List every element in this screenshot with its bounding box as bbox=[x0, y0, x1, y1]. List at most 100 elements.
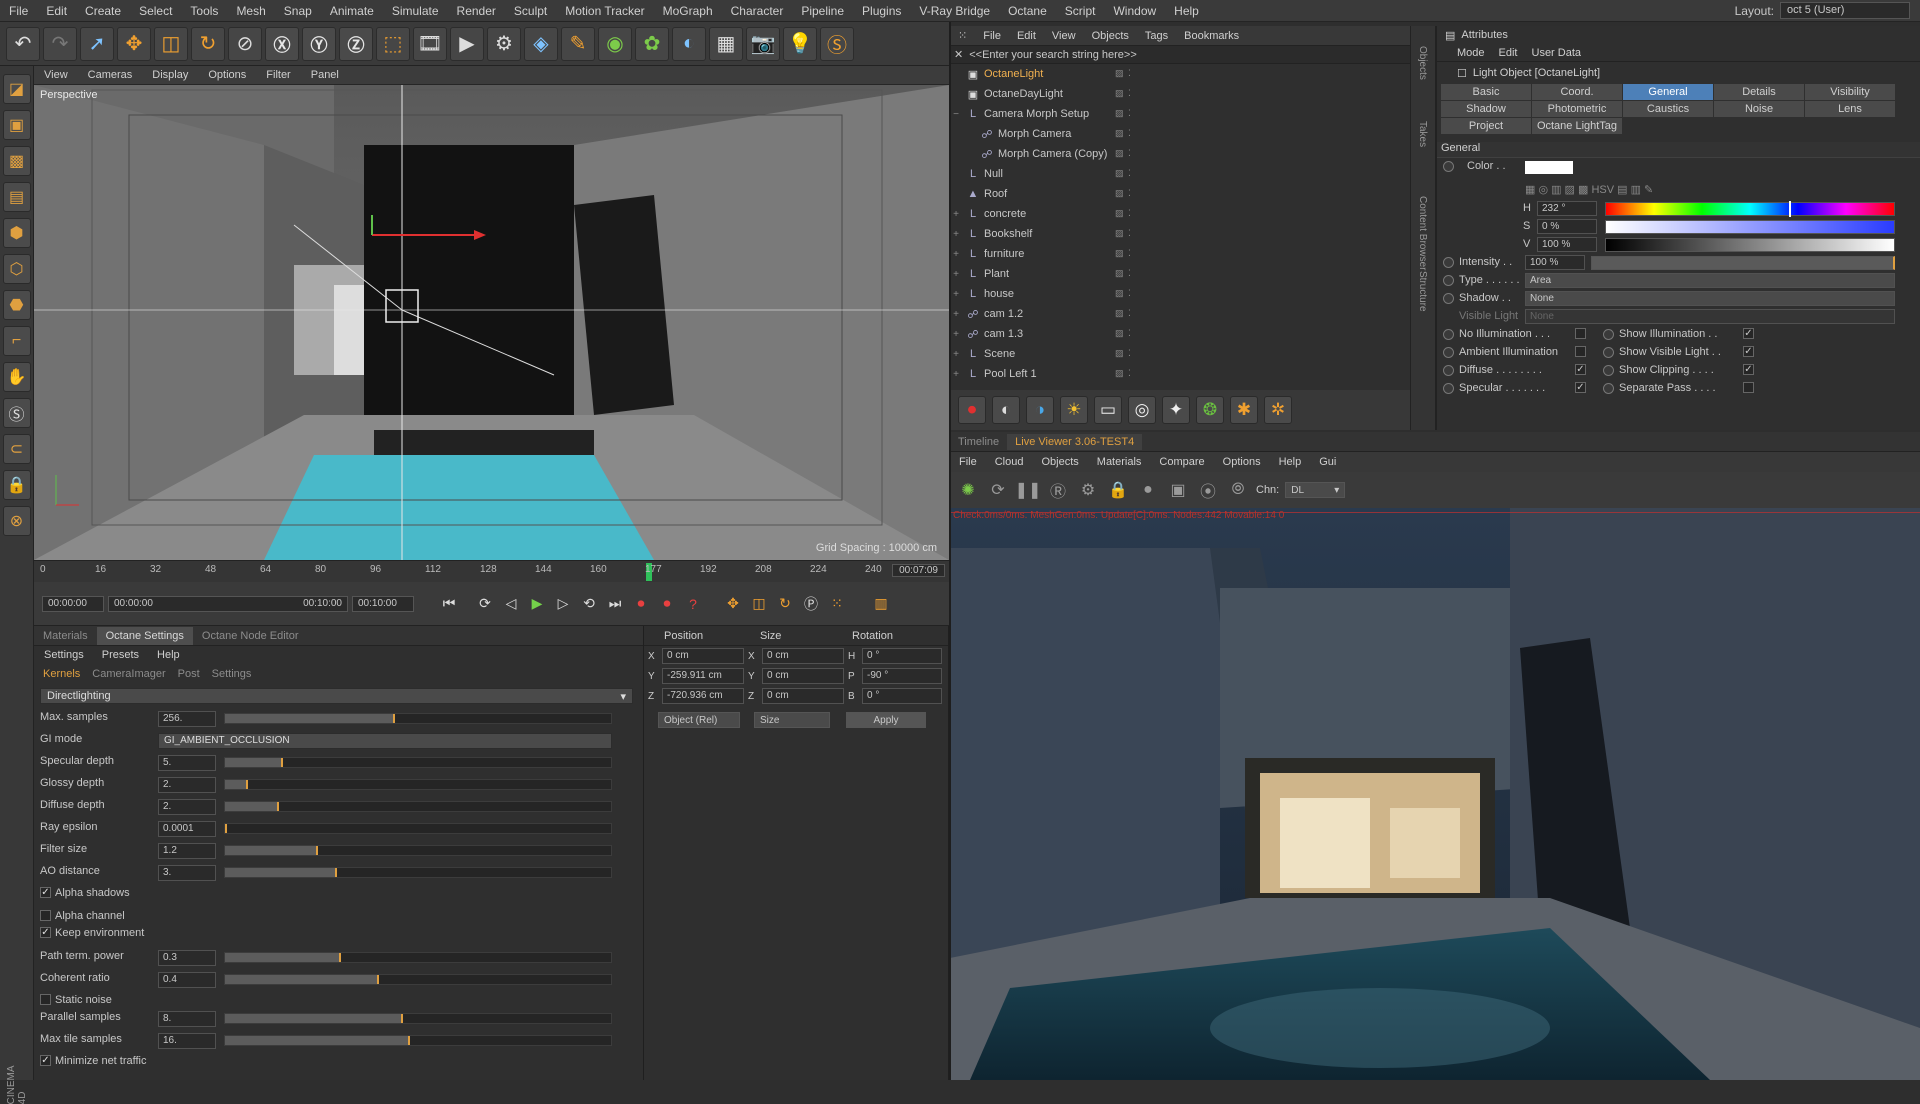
close-icon[interactable]: ✕ bbox=[954, 48, 963, 61]
attr-tab-details[interactable]: Details bbox=[1714, 84, 1804, 100]
attributes-menu-mode[interactable]: Mode bbox=[1457, 47, 1485, 59]
live-viewer-menu-options[interactable]: Options bbox=[1214, 456, 1270, 468]
object-row[interactable]: ☍ Morph Camera (Copy) ▨ ⁚ bbox=[950, 144, 1410, 164]
octane-camera-icon[interactable]: ⏺ bbox=[958, 396, 986, 424]
octane-vdb-icon[interactable]: ✲ bbox=[1264, 396, 1292, 424]
visibility-dot-icon[interactable]: ⁚ bbox=[1128, 168, 1138, 180]
side-tab-structure[interactable]: Structure bbox=[1417, 271, 1428, 312]
viewport-menu-view[interactable]: View bbox=[34, 69, 78, 81]
param-slider[interactable] bbox=[224, 974, 612, 985]
menu-simulate[interactable]: Simulate bbox=[383, 4, 448, 18]
visibility-flags[interactable]: ▨ ⁚ bbox=[1115, 208, 1138, 220]
rotation-field[interactable]: 0 ° bbox=[862, 648, 942, 664]
menu-mograph[interactable]: MoGraph bbox=[654, 4, 722, 18]
checkbox[interactable] bbox=[1575, 346, 1586, 357]
expand-icon[interactable]: + bbox=[950, 249, 962, 260]
visibility-dot-icon[interactable]: ⁚ bbox=[1128, 148, 1138, 160]
animate-radio[interactable] bbox=[1603, 329, 1614, 340]
object-name[interactable]: Roof bbox=[984, 188, 1124, 200]
menu-character[interactable]: Character bbox=[722, 4, 793, 18]
object-name[interactable]: Bookshelf bbox=[984, 228, 1124, 240]
octane-daylight-icon[interactable]: ☀ bbox=[1060, 396, 1088, 424]
object-row[interactable]: + L Scene ▨ ⁚ bbox=[950, 344, 1410, 364]
attr-tab-general[interactable]: General bbox=[1623, 84, 1713, 100]
animate-radio[interactable] bbox=[1443, 161, 1454, 172]
saturation-field[interactable]: 0 % bbox=[1537, 219, 1597, 234]
redo-icon[interactable]: ↷ bbox=[43, 26, 77, 61]
tab-live-viewer-3-06-test4[interactable]: Live Viewer 3.06-TEST4 bbox=[1007, 433, 1143, 450]
expand-icon[interactable]: + bbox=[950, 349, 962, 360]
panel-divider[interactable] bbox=[949, 22, 951, 1080]
attributes-menu-user-data[interactable]: User Data bbox=[1532, 47, 1582, 59]
menu-v-ray-bridge[interactable]: V-Ray Bridge bbox=[910, 4, 999, 18]
goto-start-icon[interactable]: ⏮ bbox=[438, 593, 460, 615]
visibility-dot-icon[interactable]: ⁚ bbox=[1128, 128, 1138, 140]
param-value[interactable]: 16. bbox=[158, 1033, 216, 1049]
subtab-settings[interactable]: Settings bbox=[207, 666, 257, 682]
size-mode-dropdown[interactable]: Size bbox=[754, 712, 830, 728]
param-value[interactable]: 0.3 bbox=[158, 950, 216, 966]
expand-icon[interactable]: + bbox=[950, 369, 962, 380]
attr-tab-basic[interactable]: Basic bbox=[1441, 84, 1531, 100]
checkbox[interactable]: ✓ bbox=[1743, 346, 1754, 357]
visibility-dot-icon[interactable]: ⁚ bbox=[1128, 328, 1138, 340]
side-tab-content-browser[interactable]: Content Browser bbox=[1417, 196, 1428, 270]
object-name[interactable]: OctaneDayLight bbox=[984, 88, 1124, 100]
objects-menu-tags[interactable]: Tags bbox=[1137, 30, 1176, 42]
rotate-tool-icon[interactable]: ↻ bbox=[191, 26, 225, 61]
object-row[interactable]: ▣ OctaneDayLight ▨ ⁚ bbox=[950, 84, 1410, 104]
expand-icon[interactable]: − bbox=[950, 109, 962, 120]
snap-icon[interactable]: Ⓢ bbox=[2, 398, 31, 428]
layer-icon[interactable]: ▨ bbox=[1115, 228, 1125, 240]
visibility-flags[interactable]: ▨ ⁚ bbox=[1115, 128, 1138, 140]
objects-menu-edit[interactable]: Edit bbox=[1009, 30, 1044, 42]
visible-light-dropdown[interactable]: None bbox=[1525, 309, 1895, 324]
scale-tool-icon[interactable]: ◫ bbox=[154, 26, 188, 61]
animate-radio[interactable] bbox=[1603, 365, 1614, 376]
layer-icon[interactable]: ▨ bbox=[1115, 148, 1125, 160]
param-value[interactable]: 0.4 bbox=[158, 972, 216, 988]
hue-slider[interactable] bbox=[1605, 202, 1895, 216]
menu-select[interactable]: Select bbox=[130, 4, 181, 18]
play-icon[interactable]: ▶ bbox=[526, 593, 548, 615]
visibility-flags[interactable]: ▨ ⁚ bbox=[1115, 68, 1138, 80]
preview-range-field[interactable]: 00:00:00 00:10:00 bbox=[108, 595, 348, 612]
autokey-icon[interactable]: ⏺ bbox=[656, 593, 678, 615]
visibility-flags[interactable]: ▨ ⁚ bbox=[1115, 268, 1138, 280]
object-name[interactable]: Null bbox=[984, 168, 1124, 180]
workplane-icon[interactable]: ▤ bbox=[2, 182, 31, 212]
expand-icon[interactable]: + bbox=[950, 209, 962, 220]
param-slider[interactable] bbox=[224, 845, 612, 856]
param-slider[interactable] bbox=[224, 1035, 612, 1046]
menu-window[interactable]: Window bbox=[1104, 4, 1165, 18]
pick-material-icon[interactable]: ⦾ bbox=[1226, 478, 1250, 502]
objects-menu-view[interactable]: View bbox=[1044, 30, 1084, 42]
param-slider[interactable] bbox=[224, 1013, 612, 1024]
checkbox[interactable] bbox=[1575, 328, 1586, 339]
object-name[interactable]: Camera Morph Setup bbox=[984, 108, 1124, 120]
live-viewer-menu-help[interactable]: Help bbox=[1270, 456, 1311, 468]
object-name[interactable]: Plant bbox=[984, 268, 1124, 280]
param-dropdown[interactable]: GI_AMBIENT_OCCLUSION bbox=[158, 733, 612, 749]
y-axis-icon[interactable]: Ⓨ bbox=[302, 26, 336, 61]
layer-icon[interactable]: ▨ bbox=[1115, 268, 1125, 280]
expand-icon[interactable]: + bbox=[950, 309, 962, 320]
visibility-dot-icon[interactable]: ⁚ bbox=[1128, 308, 1138, 320]
menu-render[interactable]: Render bbox=[448, 4, 505, 18]
lock-icon[interactable]: 🔒 bbox=[2, 470, 31, 500]
checkbox[interactable]: ✓ bbox=[1743, 364, 1754, 375]
visibility-dot-icon[interactable]: ⁚ bbox=[1128, 88, 1138, 100]
menu-motion-tracker[interactable]: Motion Tracker bbox=[556, 4, 653, 18]
visibility-dot-icon[interactable]: ⁚ bbox=[1128, 288, 1138, 300]
menu-create[interactable]: Create bbox=[76, 4, 130, 18]
make-editable-icon[interactable]: ◪ bbox=[2, 74, 31, 104]
visibility-flags[interactable]: ▨ ⁚ bbox=[1115, 368, 1138, 380]
type-dropdown[interactable]: Area bbox=[1525, 273, 1895, 288]
record-icon[interactable]: ⏺ bbox=[630, 593, 652, 615]
checkbox[interactable]: ✓ bbox=[40, 927, 51, 938]
expand-icon[interactable]: + bbox=[950, 289, 962, 300]
object-name[interactable]: cam 1.3 bbox=[984, 328, 1124, 340]
layer-icon[interactable]: ▨ bbox=[1115, 168, 1125, 180]
visibility-dot-icon[interactable]: ⁚ bbox=[1128, 108, 1138, 120]
viewport-menu-cameras[interactable]: Cameras bbox=[78, 69, 143, 81]
